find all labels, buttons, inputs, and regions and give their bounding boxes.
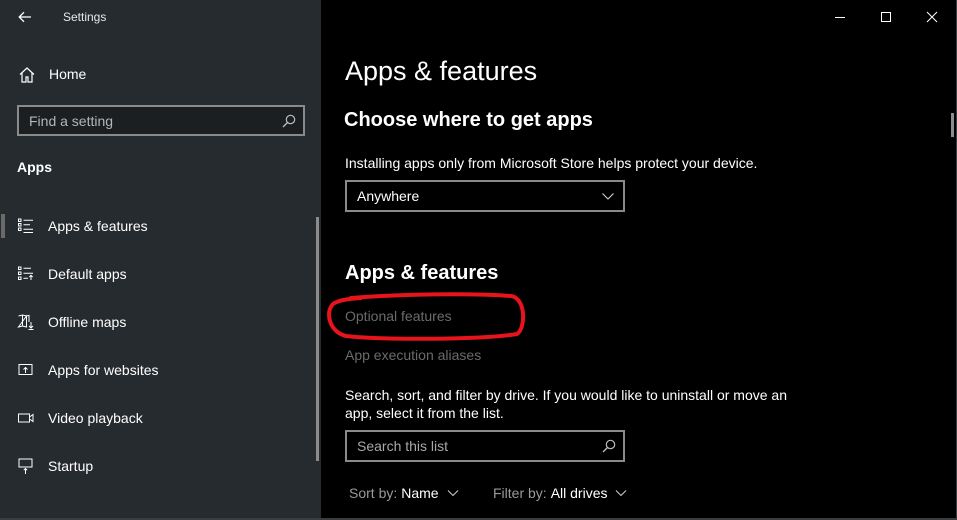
sidebar-scrollbar[interactable] [316, 217, 319, 461]
app-execution-aliases-link[interactable]: App execution aliases [345, 347, 481, 363]
filter-by-value: All drives [550, 485, 608, 501]
apps-features-section-heading: Apps & features [345, 262, 499, 284]
sidebar-item-startup[interactable]: Startup [0, 446, 310, 486]
filter-by-label: Filter by: [493, 485, 547, 501]
choose-apps-description: Installing apps only from Microsoft Stor… [345, 155, 758, 171]
search-list-input[interactable] [347, 432, 587, 460]
choose-apps-heading: Choose where to get apps [344, 109, 593, 131]
selection-indicator [1, 214, 5, 238]
maximize-button[interactable] [863, 0, 909, 34]
list-description: Search, sort, and filter by drive. If yo… [345, 387, 787, 421]
chevron-down-icon [616, 490, 627, 497]
sidebar-item-label: Offline maps [48, 314, 127, 330]
sidebar-item-label: Home [49, 66, 87, 82]
dropdown-selected-value: Anywhere [357, 188, 420, 204]
video-playback-icon [18, 413, 34, 423]
minimize-icon [835, 17, 845, 18]
find-setting-input[interactable] [19, 112, 269, 129]
sidebar-item-video-playback[interactable]: Video playback [0, 398, 310, 438]
chevron-down-icon [602, 193, 614, 200]
apps-for-websites-icon [18, 364, 33, 375]
home-icon [19, 67, 35, 83]
close-icon [926, 11, 938, 23]
main-scrollbar[interactable] [951, 113, 954, 137]
app-source-dropdown[interactable]: Anywhere [345, 180, 625, 212]
search-icon[interactable] [601, 438, 617, 454]
minimize-button[interactable] [817, 0, 863, 34]
offline-maps-icon [17, 314, 34, 330]
sidebar: Settings Home Apps Apps & [0, 0, 321, 518]
back-button[interactable] [12, 4, 38, 30]
back-arrow-icon [18, 11, 31, 23]
maximize-icon [881, 12, 891, 22]
sidebar-item-apps-for-websites[interactable]: Apps for websites [0, 350, 310, 390]
sidebar-item-default-apps[interactable]: Default apps [0, 254, 310, 294]
title-bar: Settings [0, 0, 321, 34]
sidebar-item-label: Startup [48, 458, 94, 474]
filter-by-dropdown[interactable]: Filter by: All drives [493, 485, 627, 501]
main-content: Apps & features Choose where to get apps… [321, 0, 956, 518]
search-list-box[interactable] [345, 430, 625, 462]
sort-by-value: Name [401, 485, 439, 501]
sort-by-dropdown[interactable]: Sort by: Name [349, 485, 459, 501]
sidebar-item-home[interactable]: Home [0, 60, 321, 90]
settings-window: Settings Home Apps Apps & [0, 0, 957, 520]
sidebar-item-apps-features[interactable]: Apps & features [0, 206, 310, 246]
sidebar-item-label: Apps & features [48, 218, 148, 234]
sidebar-item-label: Video playback [48, 410, 143, 426]
sidebar-item-label: Default apps [48, 266, 127, 282]
search-icon[interactable] [281, 113, 297, 129]
chevron-down-icon [447, 490, 458, 497]
sidebar-item-offline-maps[interactable]: Offline maps [0, 302, 310, 342]
sort-by-label: Sort by: [349, 485, 398, 501]
optional-features-link[interactable]: Optional features [345, 308, 452, 324]
app-title: Settings [63, 10, 107, 24]
find-setting-search[interactable] [17, 105, 305, 136]
close-button[interactable] [909, 0, 955, 34]
startup-icon [18, 458, 33, 474]
sidebar-item-label: Apps for websites [48, 362, 159, 378]
default-apps-icon [18, 266, 34, 280]
sidebar-section-label: Apps [17, 159, 52, 175]
apps-features-icon [18, 218, 33, 233]
page-title: Apps & features [345, 56, 538, 86]
